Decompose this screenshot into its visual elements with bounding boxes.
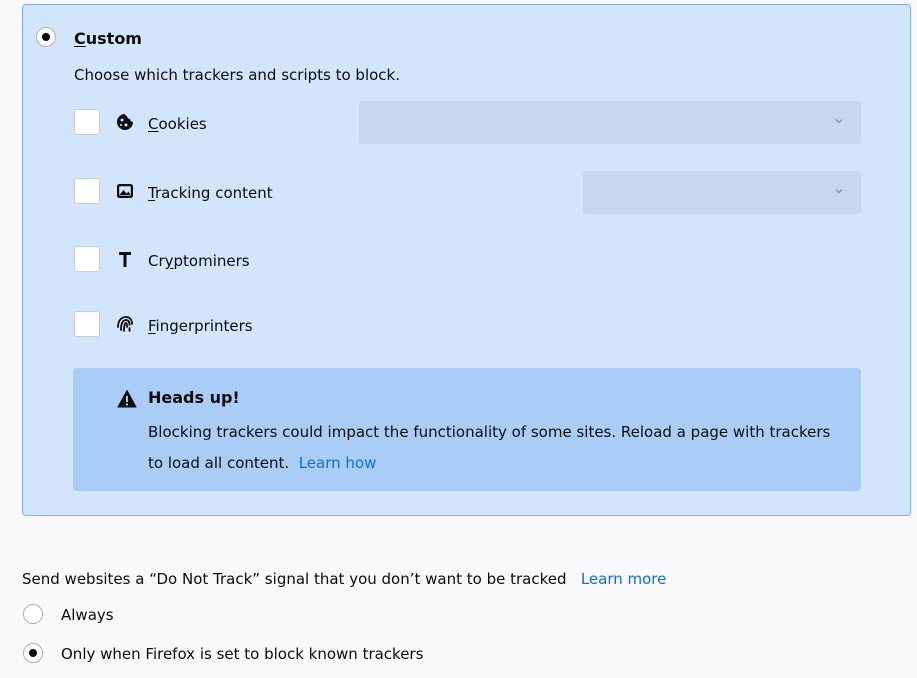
tracking-content-label-rest: racking content [154, 184, 273, 202]
learn-more-link[interactable]: Learn more [581, 570, 667, 588]
cookies-label[interactable]: Cookies [148, 115, 207, 133]
cryptominers-access-key: y [164, 252, 174, 270]
hammer-icon [115, 249, 135, 269]
custom-radio[interactable] [36, 27, 56, 47]
warning-icon [117, 389, 137, 409]
tracking-content-label[interactable]: Tracking content [148, 184, 273, 202]
custom-title-access-key: C [74, 29, 86, 48]
fingerprinters-checkbox[interactable] [74, 311, 100, 337]
cookies-access-key: C [148, 115, 159, 133]
tracking-content-access-key: T [148, 184, 155, 202]
cookies-checkbox[interactable] [74, 109, 100, 135]
cookie-icon [115, 112, 135, 132]
heads-up-text: Blocking trackers could impact the funct… [148, 423, 831, 472]
tracking-content-checkbox[interactable] [74, 178, 100, 204]
cookies-select[interactable] [359, 101, 861, 144]
custom-title-rest: ustom [85, 29, 142, 48]
custom-title[interactable]: Custom [74, 29, 142, 48]
learn-how-link[interactable]: Learn how [299, 454, 377, 472]
dnt-label: Send websites a “Do Not Track” signal th… [22, 570, 567, 588]
custom-blocking-panel: Custom Choose which trackers and scripts… [22, 4, 911, 516]
fingerprinters-access-key: F [148, 317, 156, 335]
custom-description: Choose which trackers and scripts to blo… [74, 66, 400, 84]
cryptominers-label-before: Cr [148, 252, 165, 270]
fingerprinters-label[interactable]: Fingerprinters [148, 317, 253, 335]
cryptominers-label[interactable]: Cryptominers [148, 252, 250, 270]
dnt-only-when-blocking-label[interactable]: Only when Firefox is set to block known … [61, 645, 423, 663]
cryptominers-checkbox[interactable] [74, 246, 100, 272]
heads-up-body: Blocking trackers could impact the funct… [148, 417, 848, 479]
fingerprinters-label-rest: ingerprinters [155, 317, 253, 335]
dnt-only-when-blocking-radio[interactable] [23, 643, 43, 663]
dnt-always-label[interactable]: Always [61, 606, 114, 624]
chevron-down-icon [835, 119, 843, 124]
tracking-content-select[interactable] [583, 171, 861, 214]
cryptominers-label-rest: ptominers [173, 252, 250, 270]
heads-up-notice: Heads up! Blocking trackers could impact… [73, 368, 861, 491]
cookies-label-rest: ookies [158, 115, 207, 133]
fingerprint-icon [115, 314, 135, 334]
chevron-down-icon [835, 189, 843, 194]
dnt-always-radio[interactable] [23, 604, 43, 624]
dnt-only-when-blocking-radio-dot [29, 649, 37, 657]
custom-radio-dot [42, 33, 50, 41]
heads-up-title: Heads up! [148, 388, 240, 407]
image-icon [115, 181, 135, 201]
dnt-description: Send websites a “Do Not Track” signal th… [22, 570, 666, 588]
